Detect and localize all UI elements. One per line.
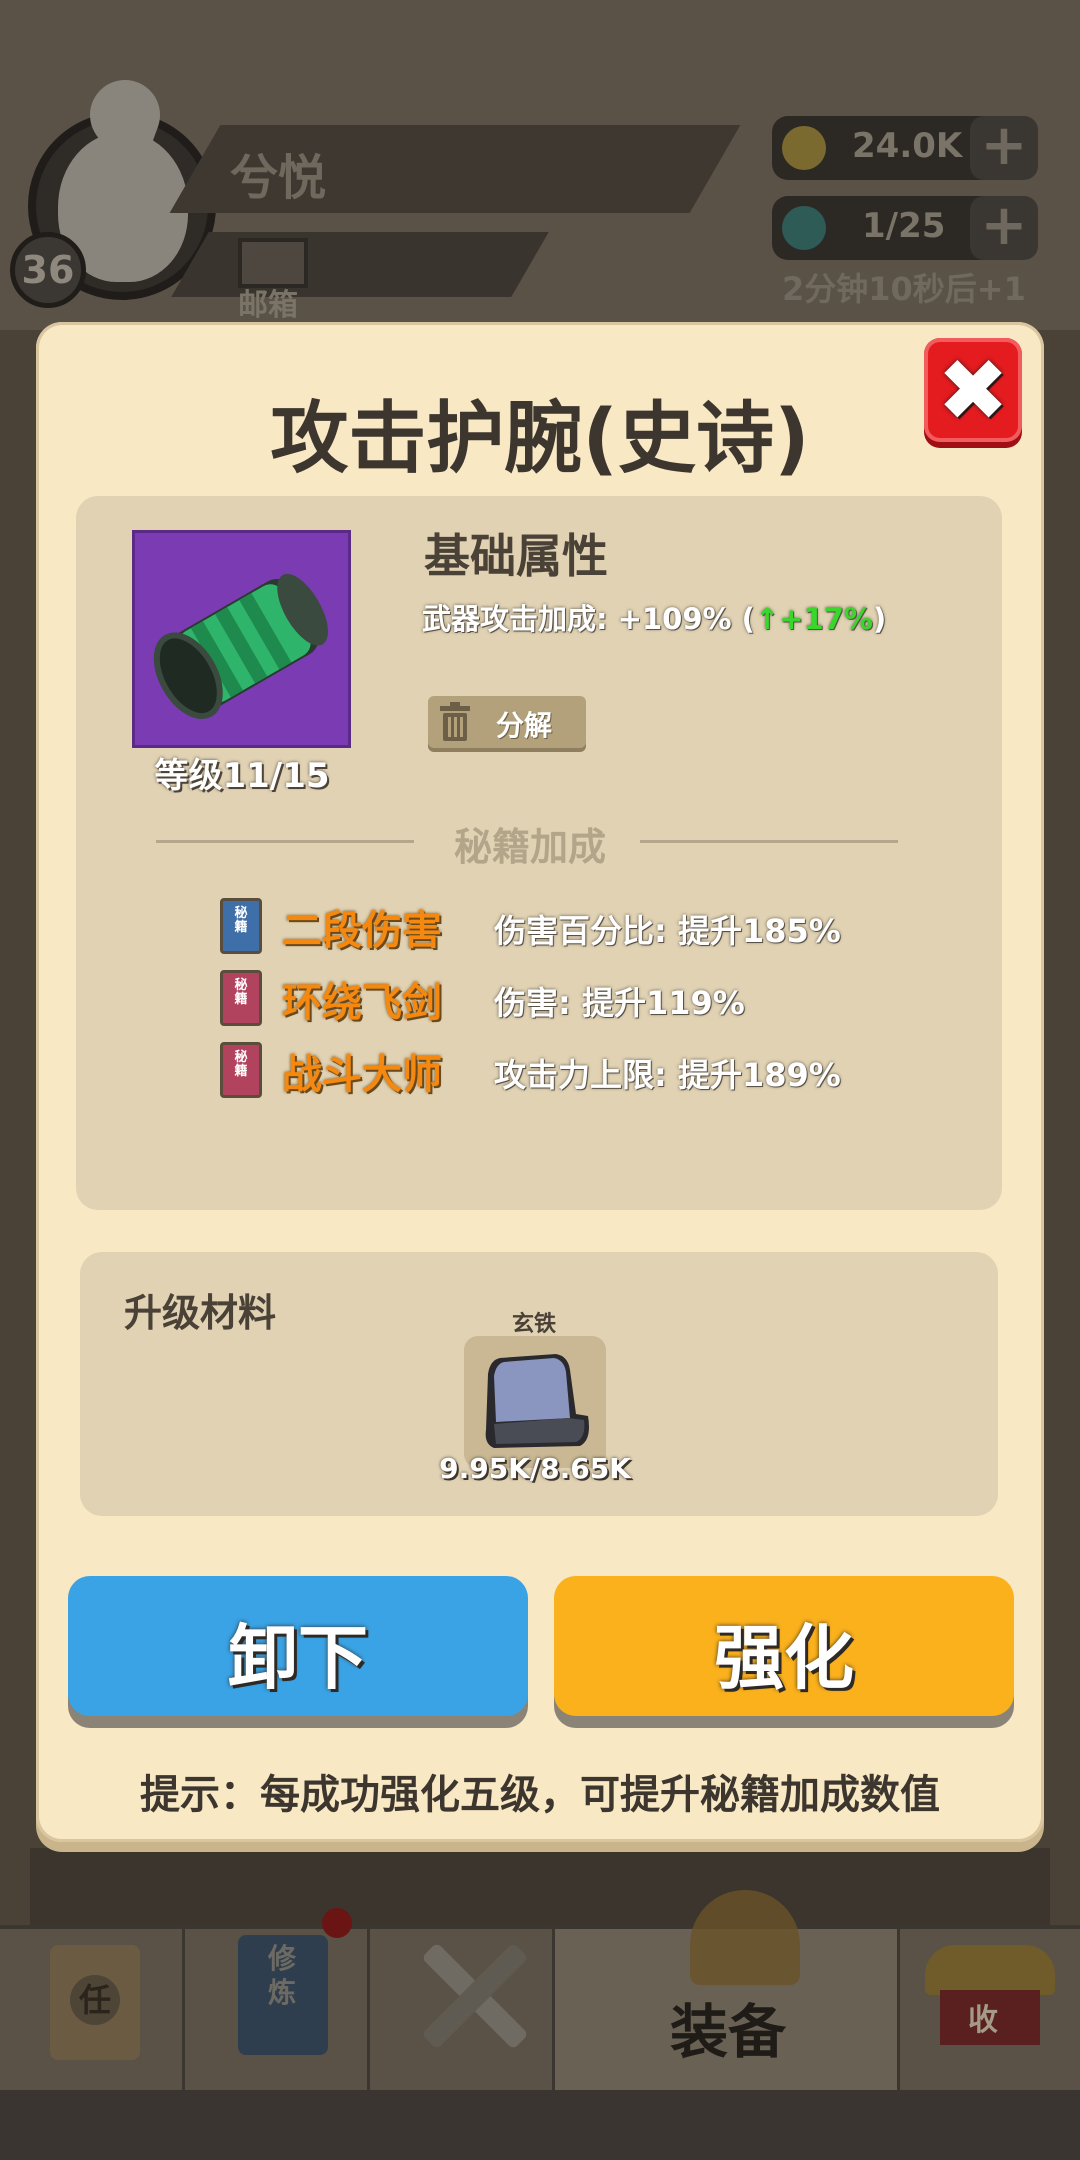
collect-icon-char: 收	[968, 2003, 998, 2038]
task-icon-char: 任	[70, 1975, 120, 2025]
material-count: 9.95K/8.65K	[439, 1452, 631, 1485]
stamina-timer: 2分钟10秒后+1	[782, 270, 1026, 308]
stamina-amount: 1/25	[862, 206, 946, 246]
mail-label: 邮箱	[238, 288, 298, 323]
book-label: 秘籍	[234, 978, 248, 1007]
player-name: 兮悦	[230, 150, 327, 206]
stamina-icon	[782, 206, 826, 250]
cultivate-icon-char: 修炼	[267, 1942, 296, 2009]
skill-book-icon: 秘籍	[220, 1042, 262, 1098]
skill-book-icon: 秘籍	[220, 970, 262, 1026]
skill-description: 攻击力上限: 提升189%	[494, 1056, 841, 1094]
player-level-badge: 36	[10, 232, 86, 308]
coin-amount: 24.0K	[852, 126, 963, 166]
skill-description: 伤害百分比: 提升185%	[494, 912, 841, 950]
enhance-label[interactable]: 强化	[554, 1602, 1014, 1703]
unequip-label[interactable]: 卸下	[68, 1602, 528, 1703]
add-coins-button[interactable]: +	[970, 116, 1038, 180]
weapon-attack-bonus: 武器攻击加成: +109% (↑+17%)	[422, 596, 886, 638]
bracer-icon	[135, 533, 348, 745]
coin-icon	[782, 126, 826, 170]
skill-name: 战斗大师	[282, 1052, 442, 1098]
skill-name: 二段伤害	[282, 908, 442, 954]
dialog-title: 攻击护腕(史诗)	[270, 394, 810, 484]
divider	[640, 840, 898, 843]
skill-description: 伤害: 提升119%	[494, 984, 745, 1022]
close-icon[interactable]: ✖	[924, 342, 1022, 440]
add-stamina-button[interactable]: +	[970, 196, 1038, 260]
mail-bar	[171, 232, 549, 297]
nav-equip-label: 装备	[670, 1998, 787, 2066]
skill-book-icon: 秘籍	[220, 898, 262, 954]
stat-increase: ↑+17%	[754, 602, 873, 636]
material-name: 玄铁	[511, 1312, 556, 1337]
book-label: 秘籍	[234, 1050, 248, 1079]
bottom-strip	[0, 2090, 1080, 2160]
base-attributes-title: 基础属性	[424, 529, 608, 583]
item-level: 等级11/15	[154, 756, 330, 796]
iron-ore-icon	[472, 1344, 598, 1460]
equipment-items-row	[30, 1848, 1050, 1928]
stat-suffix: )	[872, 602, 887, 636]
item-image-frame	[132, 530, 351, 748]
tip-text: 提示：每成功强化五级，可提升秘籍加成数值	[140, 1772, 940, 1818]
book-label: 秘籍	[234, 906, 248, 935]
divider	[156, 840, 414, 843]
trash-icon[interactable]	[438, 702, 472, 742]
shop-roof-icon	[925, 1945, 1055, 1995]
skill-name: 环绕飞剑	[282, 980, 442, 1026]
decompose-label[interactable]: 分解	[496, 704, 552, 744]
notification-dot	[322, 1908, 352, 1938]
secret-bonus-title: 秘籍加成	[453, 825, 606, 869]
stat-prefix: 武器攻击加成: +109% (	[422, 602, 755, 636]
materials-title: 升级材料	[124, 1291, 277, 1335]
